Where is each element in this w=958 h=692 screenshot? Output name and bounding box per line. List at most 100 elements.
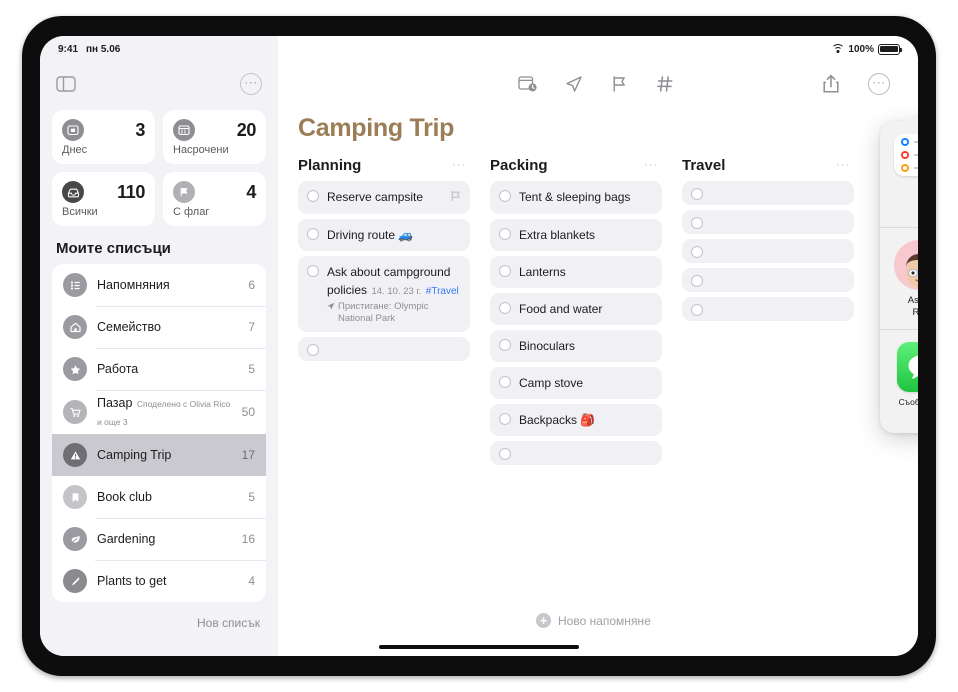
sidebar: ··· 3 Днес 20 Насрочени 110 Всички 4 С ф… — [40, 36, 278, 656]
task-item[interactable]: Camp stove — [490, 367, 662, 399]
wifi-icon — [831, 44, 845, 54]
task-item[interactable]: Reserve campsite — [298, 181, 470, 214]
task-body: Camp stove — [519, 374, 653, 392]
smart-card-all[interactable]: 110 Всички — [52, 172, 155, 226]
task-checkbox[interactable] — [691, 304, 703, 316]
ellipsis-icon[interactable]: ··· — [836, 160, 850, 171]
task-item[interactable]: Extra blankets — [490, 219, 662, 251]
column-travel: Travel ··· — [682, 157, 854, 326]
sidebar-toggle-icon[interactable] — [56, 76, 76, 92]
list-text: Работа — [97, 360, 238, 378]
task-item-empty[interactable] — [682, 239, 854, 263]
task-item-empty[interactable] — [682, 181, 854, 205]
task-checkbox[interactable] — [691, 188, 703, 200]
task-body: Tent & sleeping bags — [519, 188, 653, 206]
task-checkbox[interactable] — [499, 265, 511, 277]
sidebar-item-count: 7 — [248, 320, 255, 334]
task-checkbox[interactable] — [691, 246, 703, 258]
calendar-clock-icon[interactable] — [518, 75, 537, 93]
sidebar-item-work[interactable]: Работа 5 — [52, 348, 266, 390]
task-item-empty[interactable] — [682, 210, 854, 234]
ellipsis-icon[interactable]: ··· — [644, 160, 658, 171]
task-tag[interactable]: #Travel — [426, 286, 459, 297]
smart-card-count: 3 — [135, 119, 145, 140]
task-checkbox[interactable] — [307, 343, 319, 356]
task-item[interactable]: Food and water — [490, 293, 662, 325]
task-checkbox[interactable] — [691, 217, 703, 229]
lists-card: Напомняния 6 Семейство 7 Работа 5 Пазар … — [52, 264, 266, 602]
device-screen: 9:41 пн 5.06 100% ··· 3 Днес 20 Насрочен… — [40, 36, 918, 656]
sidebar-toolbar: ··· — [52, 62, 266, 106]
task-item[interactable]: Driving route 🚙 — [298, 219, 470, 251]
task-body: Driving route 🚙 — [327, 226, 461, 244]
hashtag-icon[interactable] — [656, 75, 674, 93]
smart-card-count: 110 — [117, 181, 145, 202]
smart-card-flagged[interactable]: 4 С флаг — [163, 172, 266, 226]
home-indicator[interactable] — [379, 645, 579, 649]
smart-cards-grid: 3 Днес 20 Насрочени 110 Всички 4 С флаг — [52, 110, 266, 226]
content-toolbar: ··· — [278, 62, 918, 106]
task-title: Lanterns — [519, 265, 566, 279]
task-checkbox[interactable] — [499, 376, 511, 388]
today-icon — [62, 119, 84, 141]
task-checkbox[interactable] — [499, 448, 511, 460]
smart-card-label: Насрочени — [173, 144, 229, 156]
sidebar-item-count: 16 — [241, 532, 255, 546]
sidebar-item-count: 4 — [248, 574, 255, 588]
location-arrow-icon[interactable] — [565, 75, 583, 93]
house-icon — [63, 315, 87, 339]
task-checkbox[interactable] — [499, 190, 511, 202]
task-item-empty[interactable] — [682, 297, 854, 321]
reminders-app-icon — [894, 134, 918, 176]
ellipsis-icon[interactable]: ··· — [452, 160, 466, 171]
cart-icon — [63, 400, 87, 424]
task-checkbox[interactable] — [307, 190, 319, 202]
share-app-messages[interactable]: Съобщения — [894, 341, 918, 417]
content-more-icon[interactable]: ··· — [868, 73, 890, 95]
task-item[interactable]: Ask about campground policies 14. 10. 23… — [298, 256, 470, 332]
sidebar-item-gardening[interactable]: Gardening 16 — [52, 518, 266, 560]
task-item[interactable]: Backpacks 🎒 — [490, 404, 662, 436]
smart-card-label: Днес — [62, 144, 88, 156]
task-checkbox[interactable] — [307, 228, 319, 240]
sidebar-item-camping-trip[interactable]: Camping Trip 17 — [52, 434, 266, 476]
sidebar-item-book-club[interactable]: Book club 5 — [52, 476, 266, 518]
column-packing: Packing ··· Tent & sleeping bags Extra b… — [490, 157, 662, 470]
page-title: Camping Trip — [298, 114, 455, 142]
task-checkbox[interactable] — [499, 339, 511, 351]
task-item-empty[interactable] — [490, 441, 662, 465]
sidebar-item-reminders[interactable]: Напомняния 6 — [52, 264, 266, 306]
task-title: Food and water — [519, 302, 603, 316]
columns-container: Planning ··· Reserve campsite Driving ro… — [278, 143, 918, 470]
task-checkbox[interactable] — [499, 302, 511, 314]
task-checkbox[interactable] — [499, 413, 511, 425]
list-text: Plants to get — [97, 572, 238, 590]
task-item-empty[interactable] — [298, 336, 470, 361]
contact-item[interactable]: Ashley Rico — [894, 240, 918, 319]
task-item[interactable]: Binoculars — [490, 330, 662, 362]
sidebar-item-family[interactable]: Семейство 7 — [52, 306, 266, 348]
task-checkbox[interactable] — [307, 265, 319, 277]
task-checkbox[interactable] — [499, 228, 511, 240]
smart-card-today[interactable]: 3 Днес — [52, 110, 155, 164]
avatar — [894, 240, 918, 291]
sidebar-item-label: Пазар — [97, 396, 133, 410]
sidebar-item-plants-to-get[interactable]: Plants to get 4 — [52, 560, 266, 602]
smart-card-scheduled[interactable]: 20 Насрочени — [163, 110, 266, 164]
task-item[interactable]: Lanterns — [490, 256, 662, 288]
plus-circle-icon: + — [536, 613, 551, 628]
task-item[interactable]: Tent & sleeping bags — [490, 181, 662, 214]
triangle-icon — [63, 443, 87, 467]
new-list-button[interactable]: Нов списък — [52, 606, 266, 640]
new-reminder-button[interactable]: + Ново напомняне — [536, 613, 651, 628]
flag-icon[interactable] — [611, 75, 628, 93]
sidebar-item-shopping[interactable]: Пазар Споделено с Olivia Rico и още 3 50 — [52, 390, 266, 434]
column-title: Packing — [490, 157, 548, 174]
sidebar-more-icon[interactable]: ··· — [240, 73, 262, 95]
task-item-empty[interactable] — [682, 268, 854, 292]
task-checkbox[interactable] — [691, 275, 703, 287]
popover-permission-note[interactable]: Хора, които поканите, могат да добавят д… — [880, 176, 918, 227]
scheduled-icon — [173, 119, 195, 141]
share-icon[interactable] — [822, 74, 840, 94]
sidebar-item-label: Семейство — [97, 320, 161, 334]
